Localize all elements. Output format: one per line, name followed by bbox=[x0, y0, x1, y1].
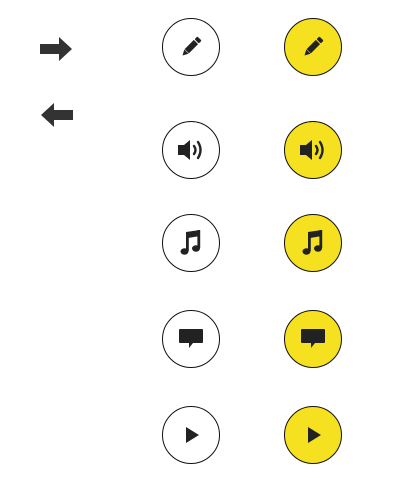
speaker-button[interactable] bbox=[162, 121, 220, 179]
arrow-right-icon[interactable] bbox=[40, 37, 72, 61]
pencil-button[interactable] bbox=[162, 18, 220, 76]
arrow-left-icon[interactable] bbox=[41, 103, 73, 127]
play-button-highlighted[interactable] bbox=[284, 406, 342, 464]
pencil-button-highlighted[interactable] bbox=[284, 18, 342, 76]
comment-button[interactable] bbox=[162, 310, 220, 368]
comment-button-highlighted[interactable] bbox=[284, 310, 342, 368]
play-icon bbox=[308, 427, 321, 443]
speaker-icon bbox=[300, 140, 324, 160]
music-note-icon bbox=[180, 230, 201, 255]
comment-icon bbox=[179, 329, 203, 348]
speaker-button-highlighted[interactable] bbox=[284, 121, 342, 179]
music-button-highlighted[interactable] bbox=[284, 214, 342, 272]
play-button[interactable] bbox=[162, 406, 220, 464]
comment-icon bbox=[301, 329, 325, 348]
speaker-icon bbox=[178, 140, 202, 160]
pencil-icon bbox=[304, 36, 324, 56]
pencil-icon bbox=[182, 36, 202, 56]
music-button[interactable] bbox=[162, 214, 220, 272]
icon-sheet bbox=[0, 0, 406, 494]
music-note-icon bbox=[302, 230, 323, 255]
play-icon bbox=[186, 427, 199, 443]
